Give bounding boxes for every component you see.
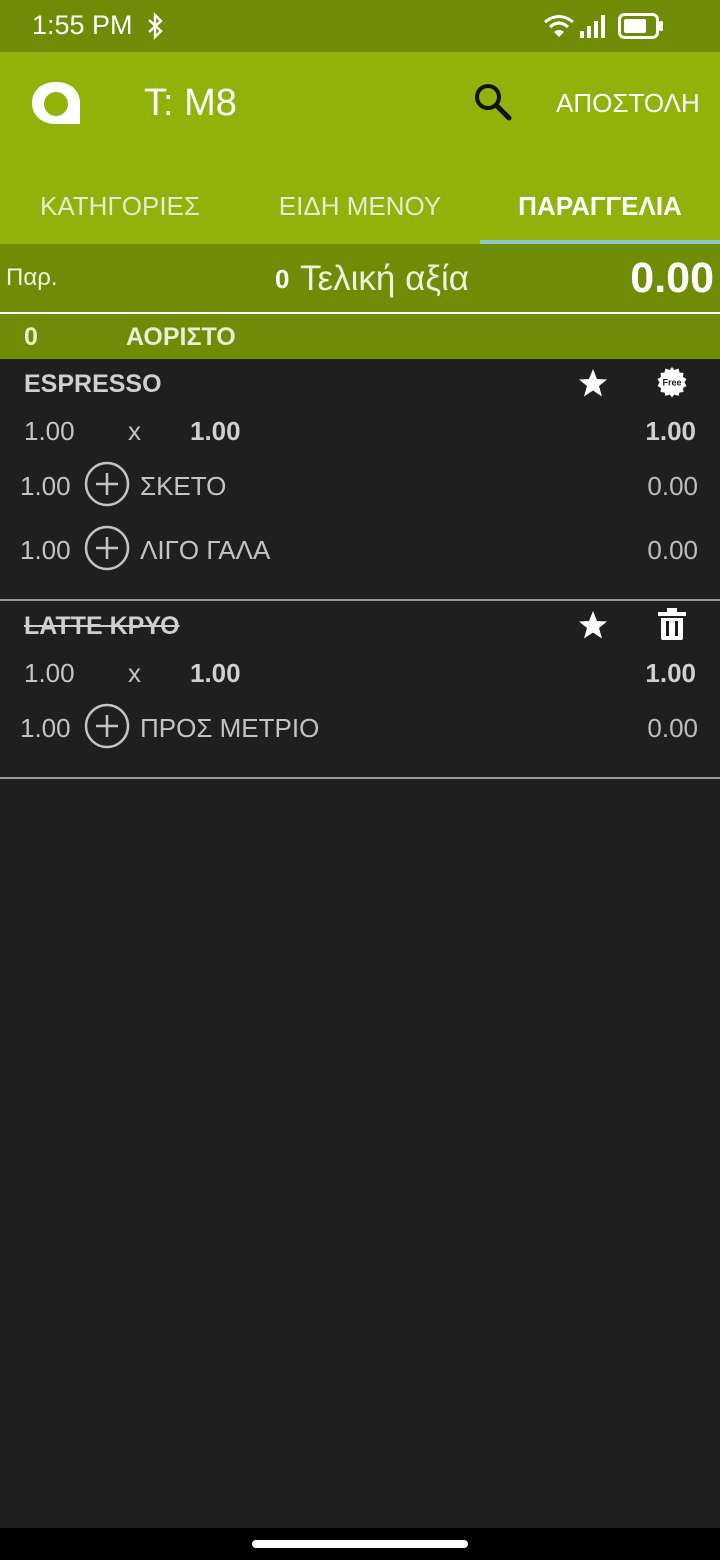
add-modifier-icon[interactable] — [84, 461, 130, 507]
battery-icon — [618, 13, 663, 39]
modifier-qty: 1.00 — [20, 471, 71, 501]
item-name: LATTE ΚΡΥΟ — [24, 612, 180, 640]
modifier-name: ΣΚΕΤΟ — [140, 471, 227, 501]
total-label: Τελική αξία — [300, 259, 470, 298]
modifier-qty: 1.00 — [20, 713, 71, 743]
send-button[interactable]: ΑΠΟΣΤΟΛΗ — [556, 88, 700, 119]
item-total: 1.00 — [645, 416, 696, 446]
order-count: 0 — [275, 264, 290, 294]
app-logo-icon — [32, 82, 80, 124]
star-icon[interactable] — [578, 610, 608, 640]
group-header[interactable]: 0 ΑΟΡΙΣΤΟ — [0, 314, 720, 359]
free-icon[interactable]: Free — [656, 366, 688, 398]
item-divider — [0, 599, 720, 601]
tab-bar: ΚΑΤΗΓΟΡΙΕΣ ΕΙΔΗ ΜΕΝΟΥ ΠΑΡΑΓΓΕΛΙΑ — [0, 168, 720, 244]
add-modifier-icon[interactable] — [84, 703, 130, 749]
bluetooth-icon — [148, 12, 163, 40]
modifier-qty: 1.00 — [20, 535, 71, 565]
modifier-price: 0.00 — [647, 471, 698, 501]
search-icon[interactable] — [472, 82, 512, 122]
tab-menu-items[interactable]: ΕΙΔΗ ΜΕΝΟΥ — [240, 168, 480, 244]
item-divider — [0, 777, 720, 779]
order-label: Παρ. — [6, 264, 58, 291]
modifier-price: 0.00 — [647, 713, 698, 743]
item-total: 1.00 — [645, 658, 696, 688]
item-price: 1.00 — [190, 658, 241, 688]
tab-categories[interactable]: ΚΑΤΗΓΟΡΙΕΣ — [0, 168, 240, 244]
item-price: 1.00 — [190, 416, 241, 446]
free-badge-text: Free — [662, 378, 681, 388]
item-name: ESPRESSO — [24, 370, 162, 398]
status-time: 1:55 PM — [32, 10, 133, 40]
trash-icon[interactable] — [658, 608, 686, 640]
group-count: 0 — [24, 323, 38, 351]
modifier-name: ΛΙΓΟ ΓΑΛΑ — [140, 535, 271, 565]
item-qty: 1.00 — [24, 658, 75, 688]
group-name: ΑΟΡΙΣΤΟ — [126, 323, 236, 351]
home-indicator[interactable] — [252, 1540, 468, 1548]
status-bar: 1:55 PM — [0, 0, 720, 52]
app-bar: T: M8 ΑΠΟΣΤΟΛΗ ΚΑΤΗΓΟΡΙΕΣ ΕΙΔΗ ΜΕΝΟΥ ΠΑΡ… — [0, 52, 720, 244]
item-qty: 1.00 — [24, 416, 75, 446]
item-times: x — [128, 658, 141, 688]
star-icon[interactable] — [578, 368, 608, 398]
modifier-name: ΠΡΟΣ ΜΕΤΡΙΟ — [140, 713, 320, 743]
modifier-price: 0.00 — [647, 535, 698, 565]
wifi-icon — [544, 15, 574, 37]
table-title: T: M8 — [144, 82, 237, 124]
order-summary: Παρ. 0 Τελική αξία 0.00 — [0, 244, 720, 312]
item-times: x — [128, 416, 141, 446]
signal-icon — [580, 15, 605, 38]
tab-order[interactable]: ΠΑΡΑΓΓΕΛΙΑ — [480, 168, 720, 244]
system-nav-bar — [0, 1528, 720, 1560]
add-modifier-icon[interactable] — [84, 525, 130, 571]
total-value: 0.00 — [630, 254, 714, 302]
